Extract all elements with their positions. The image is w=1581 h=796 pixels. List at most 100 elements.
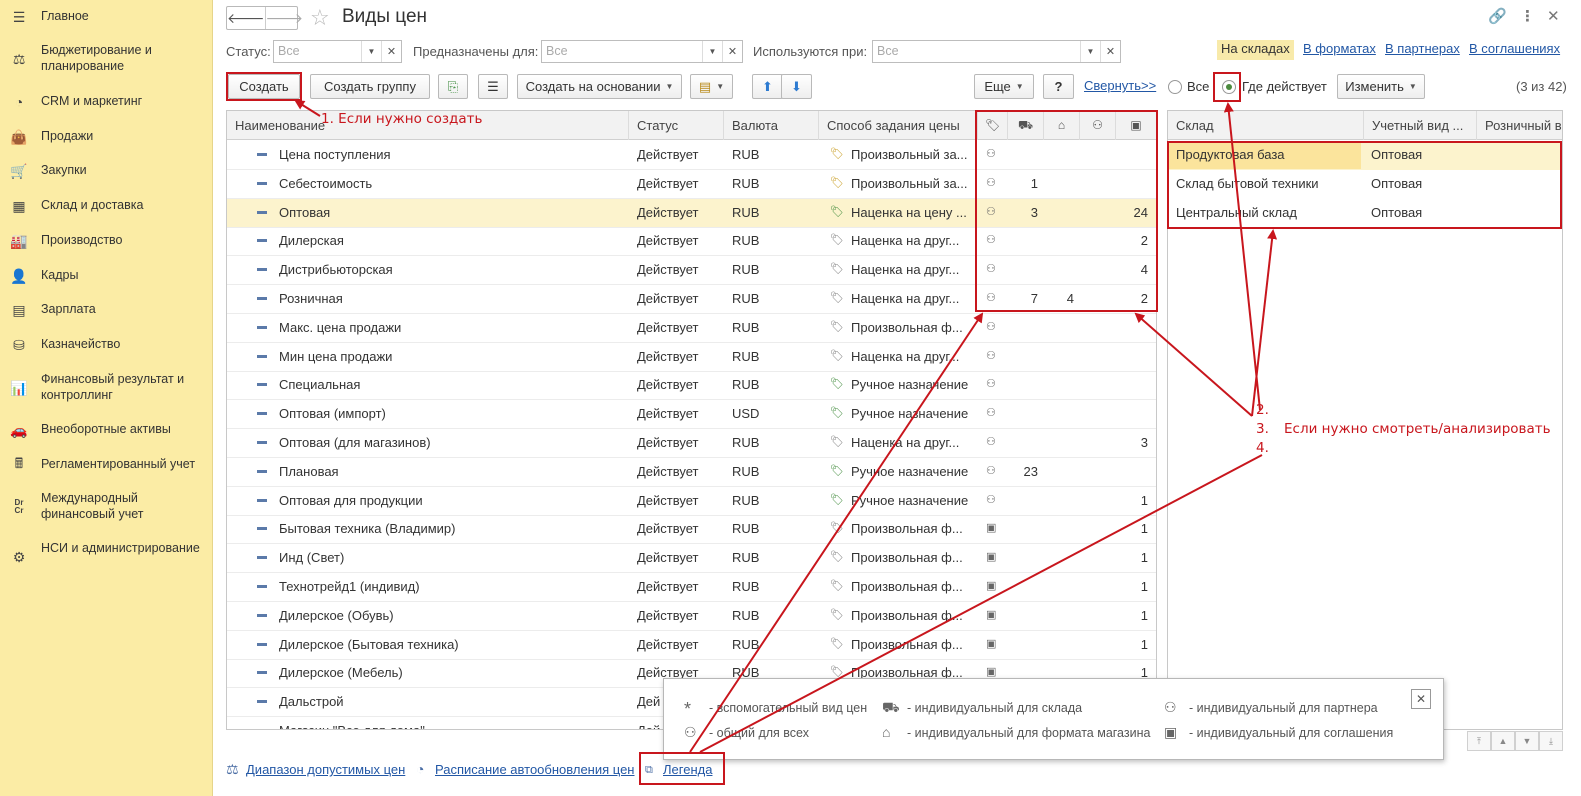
scroll-down-icon[interactable]: ▼ — [1515, 731, 1539, 751]
cell-method: Ручное назначение — [851, 463, 969, 479]
cell-status: Действует — [637, 377, 699, 393]
sidebar-item[interactable]: ☰ Главное — [0, 8, 213, 26]
sidebar-item[interactable]: 🚗 Внеоборотные активы — [0, 421, 213, 439]
table-row[interactable]: Оптовая (импорт) Действует USD 🏷 Ручное назн… — [227, 400, 1156, 430]
purpose-filter[interactable]: Все ▼ ✕ — [541, 40, 743, 63]
status-filter-value[interactable]: Все — [274, 41, 361, 62]
clear-icon[interactable]: ✕ — [722, 41, 742, 62]
cell-currency: RUB — [732, 521, 760, 537]
tab-formats[interactable]: В форматах — [1303, 41, 1376, 56]
sidebar-item[interactable]: ▦ Склад и доставка — [0, 197, 213, 215]
collapse-link[interactable]: Свернуть>> — [1084, 78, 1156, 93]
col-method[interactable]: Способ задания цены — [819, 111, 978, 140]
sidebar-item[interactable]: ⛁ Казначейство — [0, 336, 213, 354]
cell-agreement-count — [1116, 343, 1148, 371]
sidebar-item[interactable]: 📊 Финансовый результат и контроллинг — [0, 371, 213, 405]
cell-partner-count — [1080, 400, 1110, 428]
close-icon[interactable]: ✕ — [1547, 7, 1560, 25]
col-warehouse[interactable]: Склад — [1168, 111, 1364, 140]
table-row[interactable]: Дилерское (Бытовая техника) Действует RUB 🏷… — [227, 631, 1156, 660]
cell-name: Оптовая — [278, 198, 330, 227]
sidebar-item[interactable]: 🛒 Закупки — [0, 162, 213, 180]
item-marker-icon — [257, 412, 267, 416]
page-title: Виды цен — [342, 6, 428, 27]
copy-icon[interactable]: ⎘ — [438, 74, 468, 99]
table-row[interactable]: Инд (Свет) Действует RUB 🏷 Произвольная ф...… — [227, 544, 1156, 574]
more-button[interactable]: Еще ▼ — [974, 74, 1034, 99]
sidebar-item-label: Зарплата — [41, 302, 96, 316]
col-retail-kind[interactable]: Розничный в — [1477, 111, 1562, 140]
table-row[interactable]: Технотрейд1 (индивид) Действует RUB 🏷 Произв… — [227, 573, 1156, 602]
table-row[interactable]: Оптовая (для магазинов) Действует RUB 🏷 Наце… — [227, 429, 1156, 458]
sidebar-item[interactable]: ▤ Зарплата — [0, 301, 213, 319]
sidebar-item[interactable]: Dr Cr Международный финансовый учет — [0, 490, 213, 524]
used-filter[interactable]: Все ▼ ✕ — [872, 40, 1121, 63]
tab-partners[interactable]: В партнерах — [1385, 41, 1460, 56]
sidebar-item[interactable]: 🏭 Производство — [0, 232, 213, 250]
schedule-link[interactable]: Расписание автообновления цен — [435, 762, 634, 777]
col-account-kind[interactable]: Учетный вид ... — [1364, 111, 1477, 140]
annotation-2: 2. — [1256, 402, 1269, 418]
move-up-icon[interactable]: ⬆ — [752, 74, 783, 99]
status-filter[interactable]: Все ▼ ✕ — [273, 40, 402, 63]
table-row[interactable]: Оптовая для продукции Действует RUB 🏷 Ручное… — [227, 487, 1156, 516]
chevron-down-icon[interactable]: ▼ — [1080, 41, 1100, 62]
col-status[interactable]: Статус — [629, 111, 724, 140]
factory-icon: 🏭 — [10, 232, 28, 249]
cell-partner-count — [1080, 314, 1110, 342]
sidebar-item[interactable]: ⚖ Бюджетирование и планирование — [0, 42, 213, 76]
create-group-button[interactable]: Создать группу — [310, 74, 430, 99]
link-icon[interactable]: 🔗 — [1488, 7, 1507, 25]
cell-agreement-count — [1116, 458, 1148, 486]
cell-currency: RUB — [732, 348, 760, 364]
clear-icon[interactable]: ✕ — [1100, 41, 1120, 62]
table-row[interactable]: Мин цена продажи Действует RUB 🏷 Наценка на … — [227, 343, 1156, 372]
cell-format-count — [1044, 631, 1074, 659]
sidebar-item[interactable]: 🖩 Регламентированный учет — [0, 455, 213, 474]
legend-close-button[interactable]: ✕ — [1411, 689, 1431, 709]
forward-button[interactable]: 🡒 — [264, 7, 303, 29]
highlight-icon-columns — [975, 110, 1158, 312]
sidebar-item[interactable]: ⚙ НСИ и администрирование — [0, 540, 213, 574]
used-filter-value[interactable]: Все — [873, 41, 1080, 62]
table-row[interactable]: Дилерское (Обувь) Действует RUB 🏷 Произвольн… — [227, 602, 1156, 631]
scroll-up-icon[interactable]: ▲ — [1491, 731, 1515, 751]
chevron-down-icon[interactable]: ▼ — [361, 41, 381, 62]
move-down-icon[interactable]: ⬇ — [781, 74, 812, 99]
more-menu-icon[interactable]: ⋮ — [1520, 7, 1535, 25]
price-method-icon: 🏷 — [830, 436, 844, 448]
sidebar-item[interactable]: ◔ CRM и маркетинг — [0, 93, 213, 111]
cell-format-count — [1044, 458, 1074, 486]
table-row[interactable]: Специальная Действует RUB 🏷 Ручное назначени… — [227, 371, 1156, 401]
purpose-filter-value[interactable]: Все — [542, 41, 702, 62]
col-currency[interactable]: Валюта — [724, 111, 819, 140]
scroll-top-icon[interactable]: ⤒ — [1467, 731, 1491, 751]
sidebar-item[interactable]: 👜 Продажи — [0, 128, 213, 146]
cell-currency: RUB — [732, 204, 760, 220]
back-button[interactable]: 🡐 — [227, 7, 265, 29]
table-row[interactable]: Бытовая техника (Владимир) Действует RUB 🏷 П… — [227, 515, 1156, 545]
range-link[interactable]: Диапазон допустимых цен — [246, 762, 405, 777]
clear-icon[interactable]: ✕ — [381, 41, 401, 62]
legend-common: - общий для всех — [709, 726, 809, 740]
favorite-star-icon[interactable]: ☆ — [310, 5, 330, 31]
change-button[interactable]: Изменить ▼ — [1337, 74, 1425, 99]
tab-warehouses[interactable]: На складах — [1217, 40, 1294, 60]
help-button[interactable]: ? — [1043, 74, 1074, 99]
scroll-bottom-icon[interactable]: ⤓ — [1539, 731, 1563, 751]
report-icon[interactable]: ▤ ▼ — [690, 74, 733, 99]
annotation-4: 4. — [1256, 440, 1269, 456]
create-based-button[interactable]: Создать на основании ▼ — [517, 74, 682, 99]
table-row[interactable]: Плановая Действует RUB 🏷 Ручное назначение ⚇ 2… — [227, 458, 1156, 487]
radio-all[interactable] — [1168, 80, 1182, 94]
cell-format-count — [1044, 573, 1074, 601]
legend-agreement: - индивидуальный для соглашения — [1189, 726, 1394, 740]
item-marker-icon — [257, 642, 267, 646]
table-row[interactable]: Макс. цена продажи Действует RUB 🏷 Произволь… — [227, 314, 1156, 343]
cell-warehouse-count — [1008, 602, 1038, 630]
tab-agreements[interactable]: В соглашениях — [1469, 41, 1560, 56]
chevron-down-icon[interactable]: ▼ — [702, 41, 722, 62]
price-method-icon: 🏷 — [830, 148, 844, 160]
sidebar-item[interactable]: 👤 Кадры — [0, 267, 213, 285]
list-icon[interactable]: ☰ — [478, 74, 508, 99]
